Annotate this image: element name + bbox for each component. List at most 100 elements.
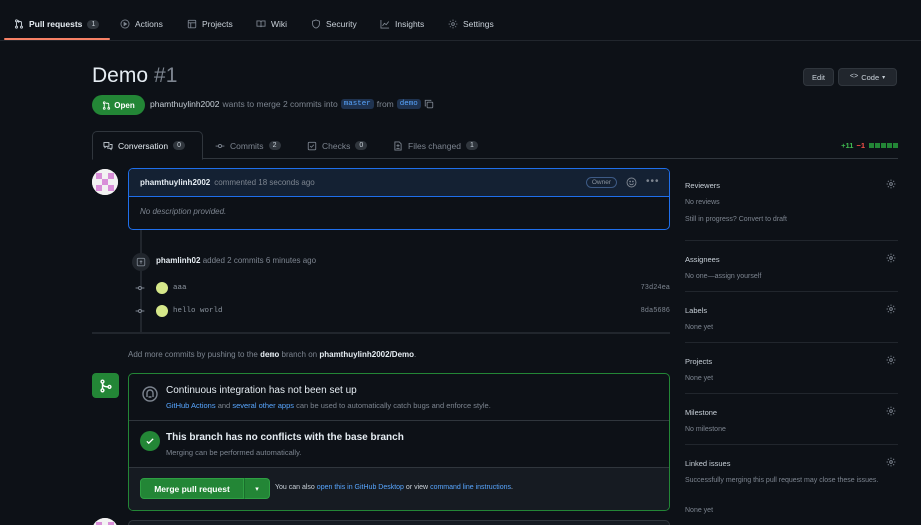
shield-icon — [312, 19, 320, 29]
pr-number: #1 — [154, 64, 178, 87]
tab-count: 0 — [355, 141, 368, 150]
comment-author[interactable]: phamthuylinh2002 — [140, 178, 210, 187]
merge-method-dropdown[interactable]: ▾ — [244, 478, 270, 499]
commit-sha[interactable]: 73d24ea — [641, 284, 670, 292]
code-label: Code — [861, 72, 880, 82]
sidebar-title[interactable]: Milestone — [685, 408, 717, 417]
tab-checks[interactable]: Checks 0 — [297, 131, 377, 160]
tab-count: 0 — [173, 141, 186, 150]
sidebar-value: None yet — [685, 507, 714, 514]
ci-text: and — [217, 401, 231, 410]
active-tab-underline — [4, 38, 110, 40]
pr-tabs: Conversation 0 Commits 2 Checks 0 Files … — [92, 131, 898, 160]
sidebar-milestone: Milestone No milestone — [685, 406, 898, 445]
nav-actions[interactable]: Actions — [116, 13, 167, 35]
tab-commits[interactable]: Commits 2 — [205, 131, 291, 160]
commits-event: phamlinh02 added 2 commits 6 minutes ago — [156, 256, 316, 265]
nav-label: Wiki — [271, 19, 288, 29]
push-hint-branch: demo — [260, 351, 280, 360]
commit-avatar[interactable] — [156, 305, 168, 317]
tab-label: Files changed — [408, 140, 461, 151]
git-pull-request-icon — [103, 100, 111, 110]
nav-label: Actions — [135, 19, 163, 29]
pr-author-link[interactable]: phamthuylinh2002 — [150, 99, 219, 109]
tab-conversation[interactable]: Conversation 0 — [92, 131, 203, 160]
comment-discussion-icon — [103, 141, 113, 150]
merge-pull-request-button[interactable]: Merge pull request — [140, 478, 244, 499]
sidebar-title[interactable]: Projects — [685, 357, 712, 366]
diffstat-deletions: −1 — [856, 141, 865, 150]
tab-label: Checks — [322, 140, 351, 151]
diffstat: +11 −1 — [841, 141, 898, 150]
sidebar-value: None yet — [685, 375, 714, 382]
merge-box: Continuous integration has not been set … — [128, 373, 670, 511]
sidebar-value[interactable]: Still in progress? Convert to draft — [685, 215, 885, 225]
sidebar-reviewers: Reviewers No reviews Still in progress? … — [685, 179, 898, 241]
check-circle-icon — [140, 431, 160, 451]
push-hint-repo[interactable]: phamthuylinh2002/Demo — [319, 350, 414, 359]
nav-settings[interactable]: Settings — [444, 13, 498, 35]
sidebar-title[interactable]: Labels — [685, 306, 707, 315]
kebab-horizontal-icon[interactable]: ••• — [646, 177, 659, 188]
pr-meta-text: wants to merge 2 commits into — [222, 99, 338, 109]
commit-message[interactable]: aaa — [173, 284, 187, 292]
edit-button[interactable]: Edit — [803, 68, 834, 86]
smiley-icon[interactable] — [626, 177, 637, 188]
sidebar-title[interactable]: Linked issues — [685, 459, 730, 468]
code-icon: <> — [849, 73, 859, 81]
base-branch[interactable]: master — [340, 99, 374, 109]
timeline-divider — [92, 332, 670, 334]
nav-pull-requests[interactable]: Pull requests 1 — [10, 13, 103, 35]
diffstat-bar — [868, 141, 898, 150]
repo-nav: Pull requests 1 Actions Projects Wiki Se… — [0, 0, 921, 41]
sidebar-projects: Projects None yet — [685, 355, 898, 394]
commits-author[interactable]: phamlinh02 — [156, 256, 200, 265]
gear-icon[interactable] — [886, 179, 896, 189]
nav-security[interactable]: Security — [307, 13, 361, 35]
table-icon — [187, 19, 197, 29]
gear-icon[interactable] — [886, 304, 896, 314]
sidebar-title[interactable]: Assignees — [685, 255, 720, 264]
nav-label: Pull requests — [29, 19, 83, 29]
push-hint: Add more commits by pushing to the demo … — [128, 350, 416, 360]
code-button[interactable]: <> Code ▾ — [838, 68, 897, 86]
new-comment-box — [128, 520, 670, 525]
play-icon — [120, 19, 130, 29]
commit-sha[interactable]: 8da5686 — [641, 307, 670, 315]
sidebar-value[interactable]: No one—assign yourself — [685, 272, 885, 282]
gear-icon[interactable] — [886, 355, 896, 365]
avatar[interactable] — [92, 518, 118, 525]
gear-icon[interactable] — [886, 406, 896, 416]
gear-icon[interactable] — [886, 253, 896, 263]
conflict-section: This branch has no conflicts with the ba… — [129, 421, 669, 468]
github-desktop-link[interactable]: open this in GitHub Desktop — [317, 484, 404, 491]
avatar[interactable] — [92, 169, 118, 195]
head-branch[interactable]: demo — [396, 99, 421, 109]
nav-projects[interactable]: Projects — [183, 13, 237, 35]
nav-wiki[interactable]: Wiki — [252, 13, 291, 35]
github-actions-link[interactable]: GitHub Actions — [166, 401, 216, 410]
caret-down-icon: ▾ — [882, 74, 886, 81]
pr-state-badge: Open — [92, 95, 145, 115]
comment-timestamp[interactable]: commented 18 seconds ago — [214, 178, 315, 187]
gear-icon[interactable] — [886, 457, 896, 467]
ci-title: Continuous integration has not been set … — [166, 385, 357, 396]
sidebar-value: None yet — [685, 324, 714, 331]
caret-down-icon: ▾ — [255, 485, 259, 493]
commit-message[interactable]: hello world — [173, 307, 223, 315]
pr-title: Demo #1 — [92, 64, 177, 88]
git-commit-icon — [135, 285, 145, 291]
gear-icon — [448, 19, 458, 29]
nav-insights[interactable]: Insights — [376, 13, 428, 35]
sidebar-title[interactable]: Reviewers — [685, 181, 720, 190]
sidebar-assignees: Assignees No one—assign yourself — [685, 253, 898, 292]
ci-section: Continuous integration has not been set … — [129, 374, 669, 421]
tab-files-changed[interactable]: Files changed 1 — [383, 131, 488, 160]
copy-icon[interactable] — [424, 99, 434, 109]
other-apps-link[interactable]: several other apps — [232, 401, 294, 410]
checklist-icon — [307, 141, 317, 150]
command-line-link[interactable]: command line instructions — [430, 484, 511, 491]
commit-avatar[interactable] — [156, 282, 168, 294]
git-commit-icon — [135, 308, 145, 314]
tab-label: Commits — [230, 140, 264, 151]
